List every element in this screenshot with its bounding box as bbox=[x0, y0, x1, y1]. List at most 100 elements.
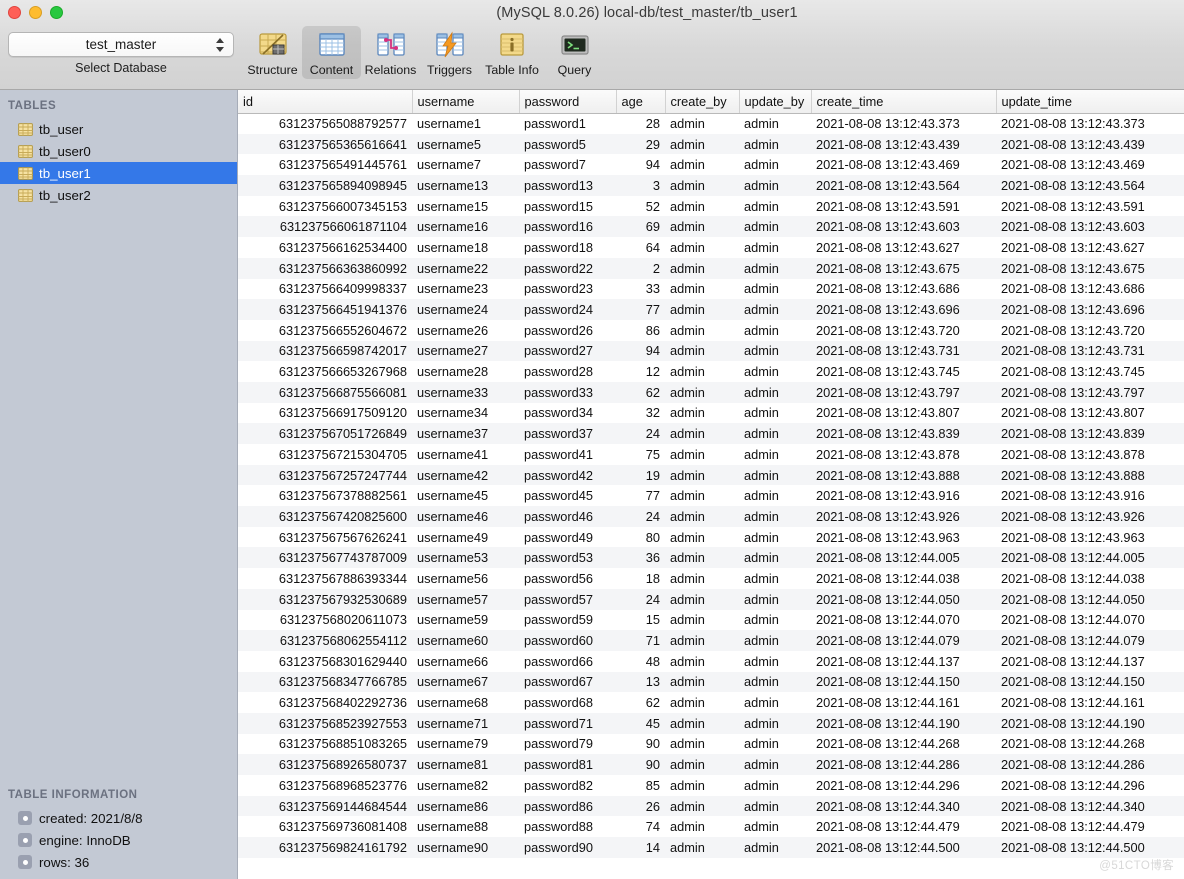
cell-username[interactable]: username28 bbox=[412, 361, 519, 382]
cell-id[interactable]: 631237567743787009 bbox=[238, 547, 412, 568]
cell-create-time[interactable]: 2021-08-08 13:12:44.500 bbox=[811, 837, 996, 858]
cell-create-time[interactable]: 2021-08-08 13:12:43.373 bbox=[811, 113, 996, 134]
cell-create-time[interactable]: 2021-08-08 13:12:43.627 bbox=[811, 237, 996, 258]
cell-age[interactable]: 86 bbox=[616, 320, 665, 341]
cell-id[interactable]: 631237566653267968 bbox=[238, 361, 412, 382]
cell-create-time[interactable]: 2021-08-08 13:12:44.005 bbox=[811, 547, 996, 568]
cell-create-time[interactable]: 2021-08-08 13:12:44.161 bbox=[811, 692, 996, 713]
cell-age[interactable]: 69 bbox=[616, 216, 665, 237]
cell-id[interactable]: 631237568968523776 bbox=[238, 775, 412, 796]
cell-update-by[interactable]: admin bbox=[739, 589, 811, 610]
cell-username[interactable]: username22 bbox=[412, 258, 519, 279]
cell-update-time[interactable]: 2021-08-08 13:12:43.963 bbox=[996, 527, 1184, 548]
cell-create-time[interactable]: 2021-08-08 13:12:43.696 bbox=[811, 299, 996, 320]
cell-update-by[interactable]: admin bbox=[739, 630, 811, 651]
cell-update-by[interactable]: admin bbox=[739, 258, 811, 279]
cell-create-by[interactable]: admin bbox=[665, 610, 739, 631]
cell-update-time[interactable]: 2021-08-08 13:12:43.603 bbox=[996, 216, 1184, 237]
cell-id[interactable]: 631237567420825600 bbox=[238, 506, 412, 527]
cell-update-time[interactable]: 2021-08-08 13:12:44.038 bbox=[996, 568, 1184, 589]
cell-update-time[interactable]: 2021-08-08 13:12:44.050 bbox=[996, 589, 1184, 610]
table-row[interactable]: 631237568301629440 username66 password66 48… bbox=[238, 650, 1184, 672]
cell-create-time[interactable]: 2021-08-08 13:12:44.268 bbox=[811, 734, 996, 755]
cell-username[interactable]: username33 bbox=[412, 382, 519, 403]
cell-id[interactable]: 631237569144684544 bbox=[238, 796, 412, 817]
cell-create-by[interactable]: admin bbox=[665, 527, 739, 548]
cell-update-time[interactable]: 2021-08-08 13:12:43.916 bbox=[996, 485, 1184, 506]
cell-username[interactable]: username27 bbox=[412, 341, 519, 362]
column-header-id[interactable]: id bbox=[238, 90, 413, 114]
table-row[interactable]: 631237567051726849 username37 password37 24… bbox=[238, 423, 1184, 444]
cell-age[interactable]: 24 bbox=[616, 589, 665, 610]
cell-password[interactable]: password60 bbox=[519, 630, 616, 651]
cell-update-time[interactable]: 2021-08-08 13:12:44.070 bbox=[996, 610, 1184, 631]
cell-password[interactable]: password42 bbox=[519, 465, 616, 486]
cell-create-time[interactable]: 2021-08-08 13:12:43.878 bbox=[811, 444, 996, 465]
cell-update-by[interactable]: admin bbox=[739, 444, 811, 465]
cell-username[interactable]: username26 bbox=[412, 320, 519, 341]
cell-password[interactable]: password49 bbox=[519, 527, 616, 548]
cell-create-by[interactable]: admin bbox=[665, 465, 739, 486]
cell-update-time[interactable]: 2021-08-08 13:12:44.340 bbox=[996, 796, 1184, 817]
cell-password[interactable]: password16 bbox=[519, 216, 616, 237]
table-row[interactable]: 631237565365616641 username5 password5 29 ad… bbox=[238, 133, 1184, 155]
cell-create-time[interactable]: 2021-08-08 13:12:43.591 bbox=[811, 196, 996, 217]
cell-password[interactable]: password27 bbox=[519, 341, 616, 362]
cell-password[interactable]: password13 bbox=[519, 175, 616, 196]
cell-create-time[interactable]: 2021-08-08 13:12:43.839 bbox=[811, 423, 996, 444]
cell-age[interactable]: 74 bbox=[616, 816, 665, 837]
table-row[interactable]: 631237569824161792 username90 password90 14… bbox=[238, 837, 1184, 858]
cell-update-time[interactable]: 2021-08-08 13:12:43.720 bbox=[996, 320, 1184, 341]
cell-update-time[interactable]: 2021-08-08 13:12:44.150 bbox=[996, 672, 1184, 693]
sidebar-table-item[interactable]: tb_user2 bbox=[0, 184, 237, 206]
table-row[interactable]: 631237566409998337 username23 password23 33… bbox=[238, 278, 1184, 300]
cell-update-by[interactable]: admin bbox=[739, 341, 811, 362]
cell-password[interactable]: password1 bbox=[519, 113, 616, 134]
cell-create-by[interactable]: admin bbox=[665, 154, 739, 175]
cell-create-by[interactable]: admin bbox=[665, 361, 739, 382]
cell-create-time[interactable]: 2021-08-08 13:12:43.926 bbox=[811, 506, 996, 527]
cell-update-time[interactable]: 2021-08-08 13:12:43.731 bbox=[996, 341, 1184, 362]
cell-age[interactable]: 64 bbox=[616, 237, 665, 258]
cell-update-by[interactable]: admin bbox=[739, 713, 811, 734]
cell-id[interactable]: 631237568062554112 bbox=[238, 630, 412, 651]
column-header-create-by[interactable]: create_by bbox=[665, 90, 740, 114]
cell-age[interactable]: 2 bbox=[616, 258, 665, 279]
cell-update-by[interactable]: admin bbox=[739, 403, 811, 424]
toolbar-item-content[interactable]: Content bbox=[302, 26, 361, 79]
cell-update-time[interactable]: 2021-08-08 13:12:44.005 bbox=[996, 547, 1184, 568]
cell-password[interactable]: password82 bbox=[519, 775, 616, 796]
cell-create-by[interactable]: admin bbox=[665, 299, 739, 320]
cell-update-time[interactable]: 2021-08-08 13:12:44.479 bbox=[996, 816, 1184, 837]
cell-create-by[interactable]: admin bbox=[665, 547, 739, 568]
cell-create-by[interactable]: admin bbox=[665, 382, 739, 403]
cell-id[interactable]: 631237567215304705 bbox=[238, 444, 412, 465]
cell-create-time[interactable]: 2021-08-08 13:12:44.479 bbox=[811, 816, 996, 837]
cell-create-by[interactable]: admin bbox=[665, 134, 739, 155]
cell-username[interactable]: username66 bbox=[412, 651, 519, 672]
table-row[interactable]: 631237565088792577 username1 password1 28 ad… bbox=[238, 113, 1184, 134]
cell-username[interactable]: username82 bbox=[412, 775, 519, 796]
cell-update-by[interactable]: admin bbox=[739, 568, 811, 589]
table-row[interactable]: 631237565894098945 username13 password13 3 a… bbox=[238, 175, 1184, 196]
cell-update-by[interactable]: admin bbox=[739, 692, 811, 713]
cell-username[interactable]: username57 bbox=[412, 589, 519, 610]
cell-username[interactable]: username42 bbox=[412, 465, 519, 486]
cell-create-time[interactable]: 2021-08-08 13:12:44.137 bbox=[811, 651, 996, 672]
cell-id[interactable]: 631237569736081408 bbox=[238, 816, 412, 837]
table-row[interactable]: 631237567567626241 username49 password49 80… bbox=[238, 526, 1184, 548]
cell-update-time[interactable]: 2021-08-08 13:12:43.888 bbox=[996, 465, 1184, 486]
table-row[interactable]: 631237566061871104 username16 password16 69… bbox=[238, 216, 1184, 238]
cell-password[interactable]: password45 bbox=[519, 485, 616, 506]
cell-id[interactable]: 631237568851083265 bbox=[238, 734, 412, 755]
table-row[interactable]: 631237569144684544 username86 password86 26… bbox=[238, 795, 1184, 817]
cell-update-time[interactable]: 2021-08-08 13:12:44.190 bbox=[996, 713, 1184, 734]
cell-age[interactable]: 24 bbox=[616, 506, 665, 527]
cell-username[interactable]: username60 bbox=[412, 630, 519, 651]
cell-id[interactable]: 631237567932530689 bbox=[238, 589, 412, 610]
table-row[interactable]: 631237566598742017 username27 password27 94… bbox=[238, 340, 1184, 362]
cell-id[interactable]: 631237567257247744 bbox=[238, 465, 412, 486]
cell-username[interactable]: username81 bbox=[412, 754, 519, 775]
cell-age[interactable]: 90 bbox=[616, 754, 665, 775]
table-row[interactable]: 631237565491445761 username7 password7 94 ad… bbox=[238, 154, 1184, 176]
